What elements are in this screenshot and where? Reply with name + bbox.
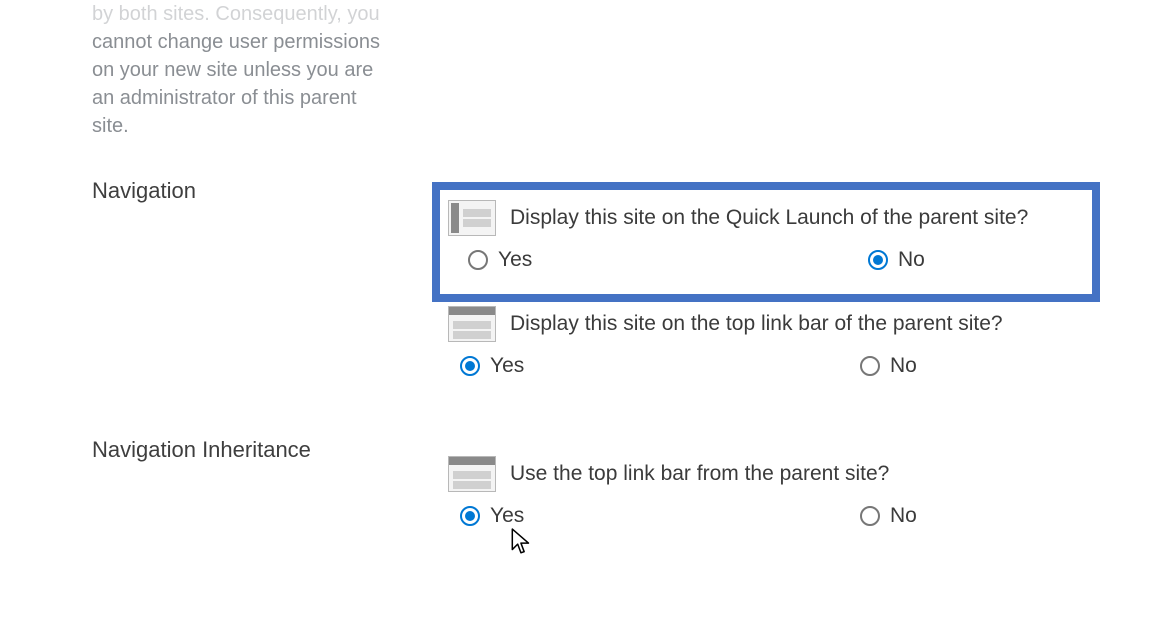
quick-launch-yes-option[interactable]: Yes [468, 248, 868, 272]
radio-label-no: No [890, 354, 917, 378]
quick-launch-radio-row: Yes No [448, 248, 1080, 272]
radio-label-yes: Yes [498, 248, 532, 272]
nav-inherit-radio-row: Yes No [448, 504, 1088, 528]
permissions-line-2: on your new site unless you are [92, 59, 373, 81]
left-column: by both sites. Consequently, you cannot … [92, 0, 392, 140]
top-link-label-row: Display this site on the top link bar of… [448, 306, 1088, 342]
permissions-description: by both sites. Consequently, you cannot … [92, 0, 392, 140]
nav-inherit-yes-option[interactable]: Yes [460, 504, 860, 528]
permissions-line-3: an administrator of this parent [92, 87, 357, 109]
top-link-no-option[interactable]: No [860, 354, 917, 378]
quick-launch-label-row: Display this site on the Quick Launch of… [448, 200, 1080, 236]
nav-inherit-no-option[interactable]: No [860, 504, 917, 528]
radio-icon [468, 250, 488, 270]
quick-launch-label: Display this site on the Quick Launch of… [510, 206, 1028, 230]
permissions-line-0: by both sites. Consequently, you [92, 3, 380, 25]
nav-inherit-option: Use the top link bar from the parent sit… [448, 456, 1088, 528]
quick-launch-icon [448, 200, 496, 236]
settings-page: by both sites. Consequently, you cannot … [0, 0, 1160, 634]
section-nav-inherit-heading: Navigation Inheritance [92, 437, 311, 463]
permissions-line-1: cannot change user permissions [92, 31, 380, 53]
top-link-radio-row: Yes No [448, 354, 1088, 378]
top-link-bar-icon [448, 456, 496, 492]
top-link-option: Display this site on the top link bar of… [448, 306, 1088, 378]
radio-label-yes: Yes [490, 354, 524, 378]
cursor-icon [510, 528, 534, 556]
radio-icon [868, 250, 888, 270]
top-link-bar-icon [448, 306, 496, 342]
top-link-yes-option[interactable]: Yes [460, 354, 860, 378]
radio-label-no: No [890, 504, 917, 528]
radio-icon [460, 356, 480, 376]
radio-icon [460, 506, 480, 526]
quick-launch-option-highlight: Display this site on the Quick Launch of… [432, 182, 1100, 302]
radio-label-no: No [898, 248, 925, 272]
section-navigation-heading: Navigation [92, 178, 196, 204]
radio-icon [860, 506, 880, 526]
radio-icon [860, 356, 880, 376]
permissions-line-4: site. [92, 115, 129, 137]
nav-inherit-label: Use the top link bar from the parent sit… [510, 462, 889, 486]
quick-launch-option: Display this site on the Quick Launch of… [440, 190, 1092, 272]
top-link-label: Display this site on the top link bar of… [510, 312, 1003, 336]
radio-label-yes: Yes [490, 504, 524, 528]
quick-launch-no-option[interactable]: No [868, 248, 925, 272]
nav-inherit-label-row: Use the top link bar from the parent sit… [448, 456, 1088, 492]
